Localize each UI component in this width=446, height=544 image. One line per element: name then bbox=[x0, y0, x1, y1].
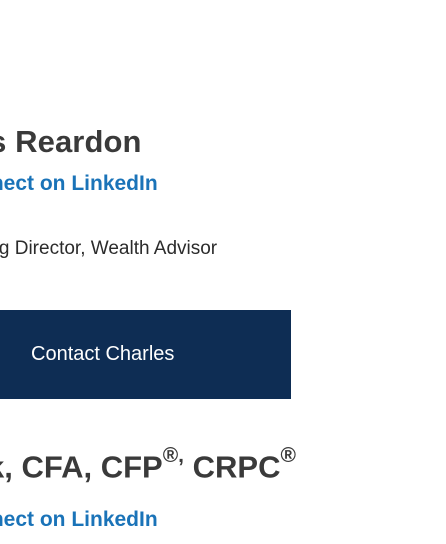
credentials-text: k, CFA, CFP bbox=[0, 449, 163, 485]
advisor-listing: Charles Reardon Connect on LinkedIn Mana… bbox=[0, 0, 446, 544]
advisor-title: Managing Director, Wealth Advisor bbox=[0, 238, 218, 259]
linkedin-link[interactable]: Connect on LinkedIn bbox=[0, 172, 158, 196]
credentials-text-rest: CRPC bbox=[184, 449, 281, 485]
contact-button[interactable]: Contact Charles bbox=[0, 310, 291, 399]
advisor-name: Charles Reardon bbox=[0, 124, 142, 159]
registered-mark: ® bbox=[280, 444, 296, 467]
advisor-name-credentials: k, CFA, CFP®, CRPC® bbox=[0, 444, 296, 485]
registered-mark: ®, bbox=[162, 444, 185, 467]
linkedin-link[interactable]: Connect on LinkedIn bbox=[0, 508, 158, 532]
